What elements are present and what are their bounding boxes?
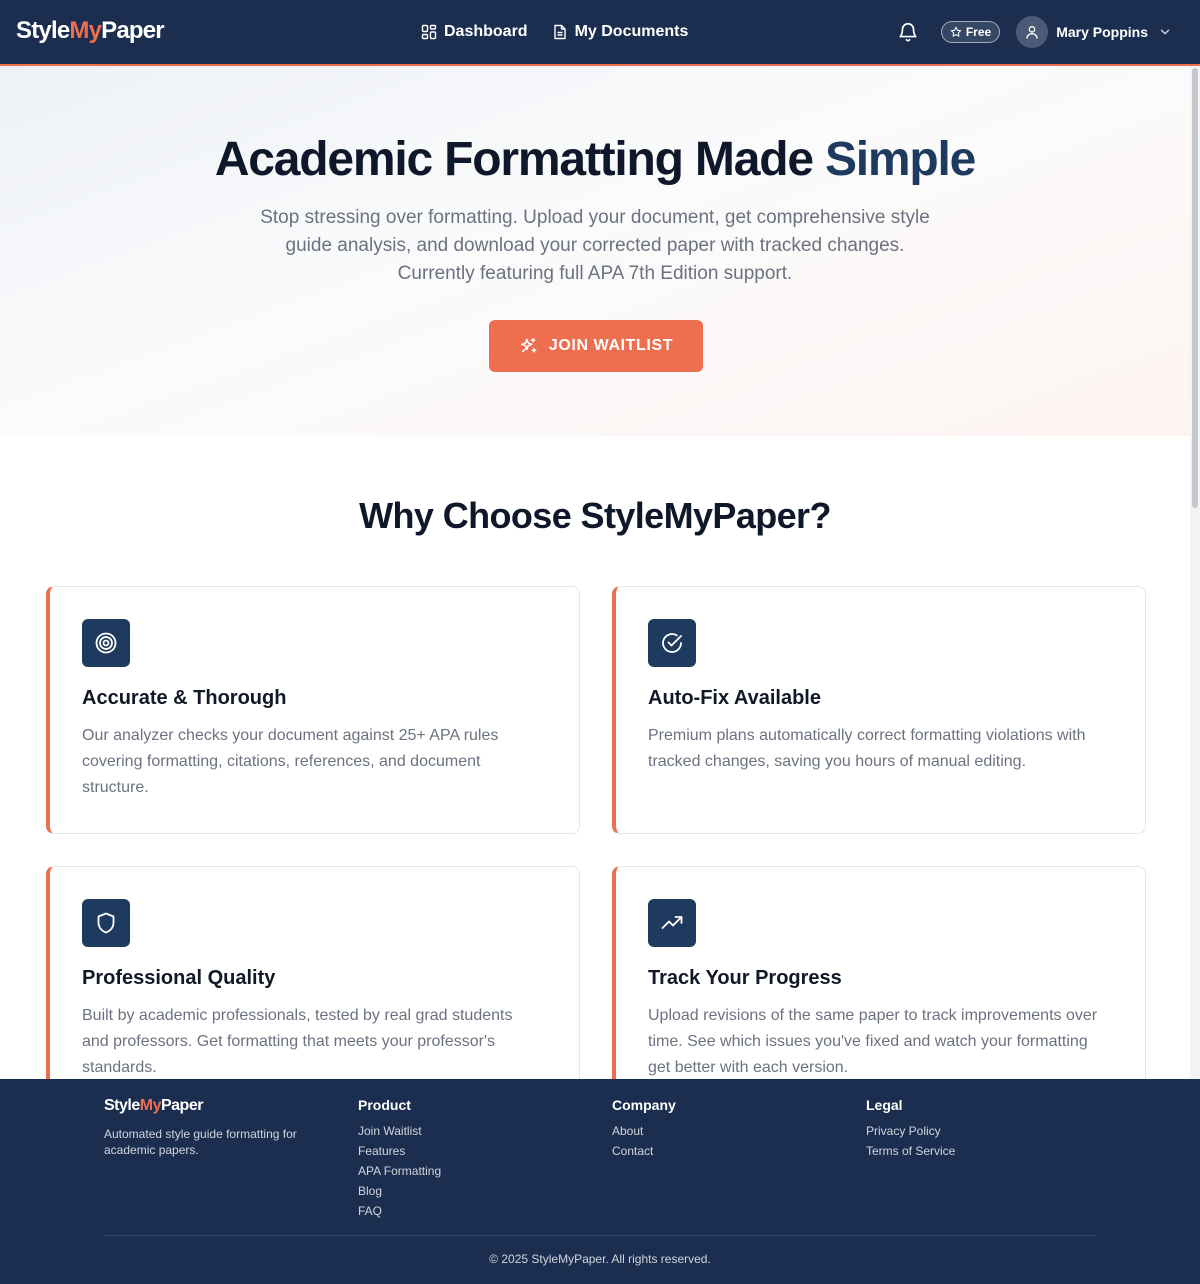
user-name: Mary Poppins: [1056, 24, 1148, 40]
hero-section: Academic Formatting Made Simple Stop str…: [0, 66, 1190, 436]
hero-title: Academic Formatting Made Simple: [0, 130, 1190, 190]
feature-title: Auto-Fix Available: [648, 687, 821, 709]
nav-my-documents[interactable]: My Documents: [552, 19, 689, 45]
footer-column-company: Company About Contact: [612, 1097, 676, 1161]
feature-description: Built by academic professionals, tested …: [82, 1007, 513, 1076]
feature-card-auto-fix: Auto-Fix Available Premium plans automat…: [612, 586, 1146, 834]
star-icon: [950, 26, 962, 37]
feature-card-accurate: Accurate & Thorough Our analyzer checks …: [46, 586, 580, 834]
logo-text-paper: Paper: [101, 17, 165, 44]
feature-card-track-progress: Track Your Progress Upload revisions of …: [612, 866, 1146, 1114]
footer-column-product: Product Join Waitlist Features APA Forma…: [358, 1097, 441, 1221]
main-nav: Dashboard My Documents: [421, 19, 688, 45]
header-actions: Free Mary Poppins: [897, 16, 1172, 48]
feature-title: Track Your Progress: [648, 967, 842, 989]
footer-link-contact[interactable]: Contact: [612, 1141, 676, 1161]
nav-my-documents-label: My Documents: [574, 23, 689, 40]
document-icon: [553, 24, 566, 40]
plan-badge[interactable]: Free: [940, 21, 1001, 43]
footer-link-apa-formatting[interactable]: APA Formatting: [358, 1161, 441, 1181]
footer-link-blog[interactable]: Blog: [358, 1181, 441, 1201]
feature-title: Accurate & Thorough: [82, 687, 287, 709]
footer-divider: [104, 1235, 1096, 1236]
footer-column-heading: Product: [358, 1097, 411, 1113]
feature-icon-box: [648, 899, 696, 947]
footer-column-heading: Company: [612, 1097, 676, 1113]
logo-text-style: Style: [16, 17, 70, 44]
bell-icon: [899, 23, 917, 42]
footer-link-features[interactable]: Features: [358, 1141, 441, 1161]
footer-link-terms-of-service[interactable]: Terms of Service: [866, 1141, 955, 1161]
dashboard-grid-icon: [421, 24, 437, 40]
notifications-button[interactable]: [897, 21, 919, 43]
nav-dashboard-label: Dashboard: [444, 23, 528, 40]
shield-icon: [97, 912, 115, 934]
footer-tagline: Automated style guide formatting for aca…: [104, 1127, 297, 1157]
nav-dashboard[interactable]: Dashboard: [421, 19, 528, 45]
target-icon: [95, 632, 117, 654]
user-menu[interactable]: Mary Poppins: [1016, 16, 1172, 48]
trending-up-icon: [661, 916, 683, 929]
user-icon: [1026, 26, 1038, 39]
footer: StyleMyPaper Automated style guide forma…: [0, 1079, 1200, 1284]
join-waitlist-label: JOIN WAITLIST: [548, 337, 674, 354]
features-heading: Why Choose StyleMyPaper?: [359, 495, 831, 536]
join-waitlist-button[interactable]: JOIN WAITLIST: [489, 320, 703, 372]
hero-title-main: Academic Formatting Made: [214, 133, 814, 186]
hero-title-highlight: Simple: [824, 133, 976, 186]
logo-text-my: My: [69, 17, 102, 44]
logo[interactable]: StyleMyPaper: [16, 17, 165, 45]
feature-icon-box: [82, 899, 130, 947]
feature-title: Professional Quality: [82, 967, 276, 989]
sparkles-icon: [521, 337, 537, 353]
chevron-down-icon: [1158, 25, 1172, 39]
footer-link-join-waitlist[interactable]: Join Waitlist: [358, 1121, 441, 1141]
feature-icon-box: [648, 619, 696, 667]
footer-logo-text-my: My: [139, 1097, 162, 1114]
footer-logo-text-style: Style: [104, 1097, 140, 1114]
page-scrollbar-thumb[interactable]: [1192, 68, 1198, 508]
footer-link-about[interactable]: About: [612, 1121, 676, 1141]
footer-link-privacy-policy[interactable]: Privacy Policy: [866, 1121, 955, 1141]
footer-logo-text-paper: Paper: [160, 1097, 203, 1114]
feature-card-professional: Professional Quality Built by academic p…: [46, 866, 580, 1114]
footer-copyright: © 2025 StyleMyPaper. All rights reserved…: [489, 1252, 711, 1266]
feature-description: Premium plans automatically correct form…: [648, 727, 1086, 770]
feature-description: Our analyzer checks your document agains…: [82, 727, 499, 796]
hero-subtitle: Stop stressing over formatting. Upload y…: [260, 207, 930, 284]
footer-column-heading: Legal: [866, 1097, 903, 1113]
footer-logo[interactable]: StyleMyPaper: [104, 1097, 203, 1115]
feature-description: Upload revisions of the same paper to tr…: [648, 1007, 1098, 1076]
footer-column-legal: Legal Privacy Policy Terms of Service: [866, 1097, 955, 1161]
top-navigation-bar: StyleMyPaper Dashboard My Documents Free…: [0, 0, 1200, 66]
plan-badge-label: Free: [965, 25, 992, 39]
feature-icon-box: [82, 619, 130, 667]
avatar: [1016, 16, 1049, 48]
footer-link-faq[interactable]: FAQ: [358, 1201, 441, 1221]
check-circle-icon: [662, 633, 682, 653]
